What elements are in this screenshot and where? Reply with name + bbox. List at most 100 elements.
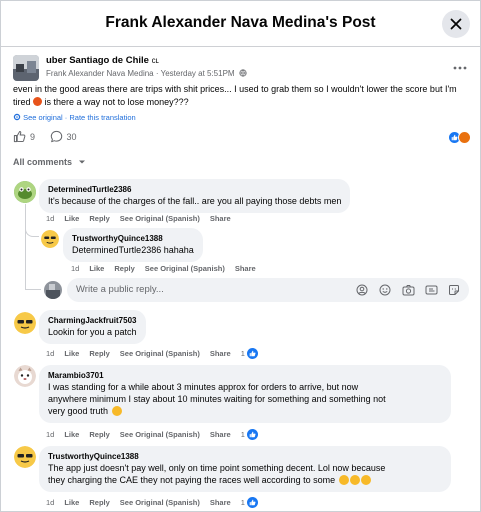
- globe-icon: [239, 69, 247, 77]
- avatar[interactable]: [14, 181, 36, 203]
- reaction-summary[interactable]: [448, 131, 471, 144]
- share-button[interactable]: Share: [210, 498, 231, 507]
- like-button[interactable]: Like: [64, 430, 79, 439]
- reply-button[interactable]: Reply: [89, 349, 109, 358]
- comment-bubble: DeterminedTurtle2386 It's because of the…: [39, 179, 351, 213]
- like-button[interactable]: Like: [64, 498, 79, 507]
- comment-actions: 1d Like Reply See Original (Spanish) Sha…: [71, 264, 256, 273]
- post-time[interactable]: Yesterday at 5:51PM: [161, 69, 235, 78]
- camera-button[interactable]: [401, 283, 415, 297]
- group-name-label[interactable]: uber Santiago de Chile: [46, 55, 149, 66]
- emoji-button[interactable]: [378, 283, 392, 297]
- comment-author[interactable]: CharmingJackfruit7503: [48, 315, 137, 326]
- reply-button[interactable]: Reply: [89, 214, 109, 223]
- comment-actions: 1d Like Reply See Original (Spanish) Sha…: [46, 497, 258, 508]
- close-icon: [450, 18, 462, 30]
- comment-text: Lookin for you a patch: [48, 327, 137, 337]
- like-badge-icon: [246, 429, 258, 440]
- like-count: 9: [30, 131, 36, 142]
- like-stat[interactable]: 9: [13, 130, 35, 143]
- rate-translation-link[interactable]: Rate this translation: [69, 113, 135, 122]
- post-text-part-b: is there a way not to lose money???: [44, 97, 189, 107]
- see-original-button[interactable]: See Original (Spanish): [120, 430, 200, 439]
- dialog-title: Frank Alexander Nava Medina's Post: [105, 14, 376, 31]
- comment-reaction-count[interactable]: 1: [241, 429, 258, 440]
- comment-author[interactable]: TrustworthyQuince1388: [72, 233, 194, 244]
- like-badge-icon: [246, 348, 258, 359]
- reply-button[interactable]: Reply: [89, 430, 109, 439]
- avatar[interactable]: [41, 230, 59, 248]
- comment-sort-dropdown[interactable]: All comments: [13, 157, 86, 167]
- avatar-sticker-icon: [356, 284, 368, 296]
- post-author[interactable]: Frank Alexander Nava Medina: [46, 69, 154, 78]
- see-original-button[interactable]: See Original (Spanish): [120, 349, 200, 358]
- laughing-emoji-icon: [349, 475, 360, 485]
- comment-time[interactable]: 1d: [46, 498, 54, 507]
- sort-label: All comments: [13, 157, 73, 167]
- like-button[interactable]: Like: [64, 349, 79, 358]
- share-button[interactable]: Share: [210, 214, 231, 223]
- comment-actions: 1d Like Reply See Original (Spanish) Sha…: [46, 348, 258, 359]
- share-button[interactable]: Share: [210, 430, 231, 439]
- post-stats: 9 30: [13, 130, 475, 146]
- like-button[interactable]: Like: [64, 214, 79, 223]
- share-button[interactable]: Share: [210, 349, 231, 358]
- share-button[interactable]: Share: [235, 264, 256, 273]
- post-text: even in the good areas there are trips w…: [13, 83, 475, 109]
- comment-text-line-1: The app just doesn't pay well, only on t…: [48, 463, 386, 473]
- group-avatar[interactable]: [13, 55, 39, 81]
- comment-count: 30: [66, 131, 77, 142]
- post-header: uber Santiago de Chile cʟ Frank Alexande…: [13, 55, 473, 83]
- comment-text-line-2: they charging the CAE they not paying th…: [48, 475, 336, 485]
- group-name[interactable]: uber Santiago de Chile cʟ: [46, 55, 159, 66]
- comment-reaction-count[interactable]: 1: [241, 497, 258, 508]
- see-original-button[interactable]: See Original (Spanish): [120, 214, 200, 223]
- reaction-count-value: 1: [240, 349, 245, 358]
- composer-tools: [355, 283, 461, 297]
- comment-bubble: TrustworthyQuince1388 The app just doesn…: [39, 446, 451, 492]
- comment-bubble-icon: [50, 130, 62, 143]
- comment-time[interactable]: 1d: [46, 214, 54, 223]
- dialog-header: Frank Alexander Nava Medina's Post: [1, 1, 480, 47]
- sticker-icon: [449, 285, 459, 295]
- camera-icon: [402, 285, 414, 296]
- comment-actions: 1d Like Reply See Original (Spanish) Sha…: [46, 429, 258, 440]
- avatar[interactable]: [14, 312, 36, 334]
- gif-icon: [425, 285, 437, 295]
- reply-thread-line: [25, 204, 26, 290]
- like-button[interactable]: Like: [89, 264, 104, 273]
- comment-stat[interactable]: 30: [50, 130, 77, 143]
- gif-button[interactable]: [424, 283, 438, 297]
- close-button[interactable]: [442, 10, 470, 38]
- sticker-button[interactable]: [447, 283, 461, 297]
- thumbs-up-icon: [13, 130, 26, 143]
- see-original-button[interactable]: See Original (Spanish): [120, 498, 200, 507]
- avatar[interactable]: [14, 365, 36, 387]
- comment-author[interactable]: DeterminedTurtle2386: [48, 184, 341, 195]
- comment-bubble: Marambio3701 I was standing for a while …: [39, 365, 451, 423]
- comment-author[interactable]: TrustworthyQuince1388: [48, 451, 442, 462]
- more-options-button[interactable]: [453, 59, 467, 73]
- comment-reaction-count[interactable]: 1: [241, 348, 258, 359]
- reply-button[interactable]: Reply: [114, 264, 134, 273]
- post-dialog: Frank Alexander Nava Medina's Post uber …: [0, 0, 481, 512]
- reply-button[interactable]: Reply: [89, 498, 109, 507]
- settings-gear-icon[interactable]: [13, 113, 21, 121]
- translation-row: See original · Rate this translation: [13, 113, 136, 122]
- laughing-emoji-icon: [360, 475, 371, 485]
- avatar-sticker-button[interactable]: [355, 283, 369, 297]
- comment-text: DeterminedTurtle2386 hahaha: [72, 245, 194, 255]
- current-user-avatar[interactable]: [44, 281, 62, 299]
- reaction-count-value: 1: [240, 498, 245, 507]
- reaction-count-value: 1: [240, 430, 245, 439]
- reply-input[interactable]: Write a public reply...: [67, 278, 469, 302]
- see-original-button[interactable]: See Original (Spanish): [145, 264, 225, 273]
- laughing-emoji-icon: [338, 475, 349, 485]
- group-photo-icon: [13, 55, 39, 81]
- comment-time[interactable]: 1d: [46, 430, 54, 439]
- comment-author[interactable]: Marambio3701: [48, 370, 442, 381]
- avatar[interactable]: [14, 446, 36, 468]
- comment-time[interactable]: 1d: [46, 349, 54, 358]
- see-original-link[interactable]: See original: [23, 113, 63, 122]
- comment-time[interactable]: 1d: [71, 264, 79, 273]
